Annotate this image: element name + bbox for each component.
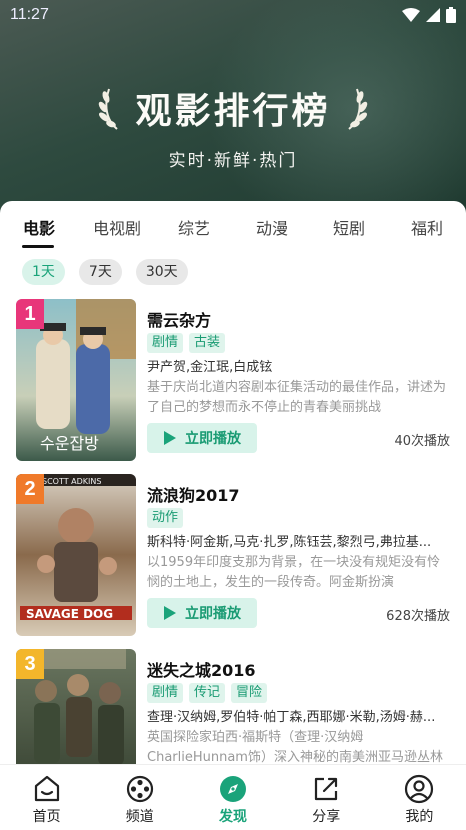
status-icons (402, 7, 456, 23)
list-item[interactable]: 수운잡방 1 需云杂方 剧情 古装 尹产贺,金江珉,白成铉 基于庆尚北道内容剧本… (0, 299, 466, 461)
hero-title: 观影排行榜 (135, 91, 331, 132)
movie-title[interactable]: 迷失之城2016 (147, 657, 256, 681)
nav-profile[interactable]: 我的 (373, 765, 466, 830)
wifi-icon (402, 8, 420, 22)
signal-icon (426, 8, 440, 22)
movie-title[interactable]: 流浪狗2017 (147, 482, 240, 506)
movie-description: 以1959年印度支那为背景，在一块没有规矩没有怜悯的土地上，发生的一段传奇。阿金… (147, 555, 441, 590)
tab-variety[interactable]: 综艺 (178, 215, 210, 239)
profile-icon (405, 774, 434, 804)
tab-short-drama[interactable]: 短剧 (333, 215, 365, 239)
genre-tags: 动作 (147, 508, 184, 528)
genre-tags: 剧情 传记 冒险 (147, 683, 268, 703)
nav-label: 发现 (219, 809, 247, 825)
film-reel-icon (126, 775, 153, 803)
play-count: 40次播放 (394, 434, 450, 449)
laurel-left-icon (99, 88, 119, 130)
active-tab-indicator (22, 245, 54, 248)
play-icon (164, 606, 176, 620)
movie-poster[interactable]: 수운잡방 1 (16, 299, 136, 461)
hero-subtitle: 实时·新鲜·热门 (168, 151, 298, 171)
nav-share[interactable]: 分享 (280, 765, 373, 830)
laurel-right-icon (347, 88, 367, 130)
rank-badge: 3 (16, 649, 44, 679)
rank-badge: 1 (16, 299, 44, 329)
rank-badge: 2 (16, 474, 44, 504)
genre-tag: 古装 (189, 333, 226, 353)
genre-tag: 传记 (189, 683, 226, 703)
movie-description: 英国探险家珀西·福斯特（查理·汉纳姆CharlieHunnam饰）深入神秘的南美… (147, 730, 443, 765)
range-30-days[interactable]: 30天 (135, 259, 188, 285)
category-tabs: 电影 电视剧 综艺 动漫 短剧 福利 (0, 215, 466, 251)
svg-text:수운잡방: 수운잡방 (40, 434, 99, 453)
tab-welfare[interactable]: 福利 (411, 215, 443, 239)
genre-tag: 剧情 (147, 333, 184, 353)
status-time: 11:27 (10, 6, 49, 23)
share-icon (315, 777, 338, 801)
home-icon (34, 775, 59, 802)
play-icon (164, 431, 176, 445)
range-1-day[interactable]: 1天 (22, 259, 65, 285)
movie-title[interactable]: 需云杂方 (147, 307, 211, 331)
svg-text:SAVAGE DOG: SAVAGE DOG (26, 607, 113, 621)
play-now-button[interactable]: 立即播放 (147, 423, 257, 453)
genre-tag: 剧情 (147, 683, 184, 703)
play-button-label: 立即播放 (185, 431, 241, 447)
nav-label: 首页 (32, 809, 61, 825)
genre-tag: 冒险 (231, 683, 268, 703)
tab-tv-series[interactable]: 电视剧 (93, 215, 141, 239)
range-7-days[interactable]: 7天 (78, 259, 122, 285)
status-bar: 11:27 (0, 0, 466, 32)
play-button-label: 立即播放 (185, 606, 241, 622)
tab-anime[interactable]: 动漫 (256, 215, 288, 239)
compass-icon (220, 776, 246, 802)
cast-list: 斯科特·阿金斯,马克·扎罗,陈钰芸,黎烈弓,弗拉基... (147, 535, 432, 550)
ranking-panel: 电影 电视剧 综艺 动漫 短剧 福利 1天 7天 30天 수운잡방 1 需云杂方… (0, 201, 466, 830)
movie-poster[interactable]: SCOTT ADKINS SAVAGE DOG 2 (16, 474, 136, 636)
nav-label: 频道 (125, 809, 154, 825)
battery-icon (446, 7, 456, 23)
nav-discover[interactable]: 发现 (186, 765, 279, 830)
hero-banner: 11:27 观影排行榜 实时·新鲜·热门 (0, 0, 466, 215)
svg-text:SCOTT ADKINS: SCOTT ADKINS (42, 477, 101, 486)
nav-channels[interactable]: 频道 (93, 765, 186, 830)
genre-tag: 动作 (147, 508, 184, 528)
nav-label: 分享 (312, 809, 341, 825)
nav-label: 我的 (405, 809, 434, 825)
play-count: 628次播放 (386, 609, 450, 624)
nav-home[interactable]: 首页 (0, 765, 93, 830)
cast-list: 尹产贺,金江珉,白成铉 (147, 360, 273, 375)
time-range-filter: 1天 7天 30天 (22, 259, 188, 285)
cast-list: 查理·汉纳姆,罗伯特·帕丁森,西耶娜·米勒,汤姆·赫... (147, 710, 436, 725)
hero-title-row: 观影排行榜 (0, 82, 466, 134)
play-now-button[interactable]: 立即播放 (147, 598, 257, 628)
movie-description: 基于庆尚北道内容剧本征集活动的最佳作品，讲述为了自己的梦想而永不停止的青春美丽挑… (147, 380, 447, 415)
bottom-navigation: 首页 频道 发现 分享 我的 (0, 764, 466, 830)
tab-movie[interactable]: 电影 (23, 215, 55, 239)
list-item[interactable]: SCOTT ADKINS SAVAGE DOG 2 流浪狗2017 动作 斯科特… (0, 474, 466, 636)
genre-tags: 剧情 古装 (147, 333, 226, 353)
